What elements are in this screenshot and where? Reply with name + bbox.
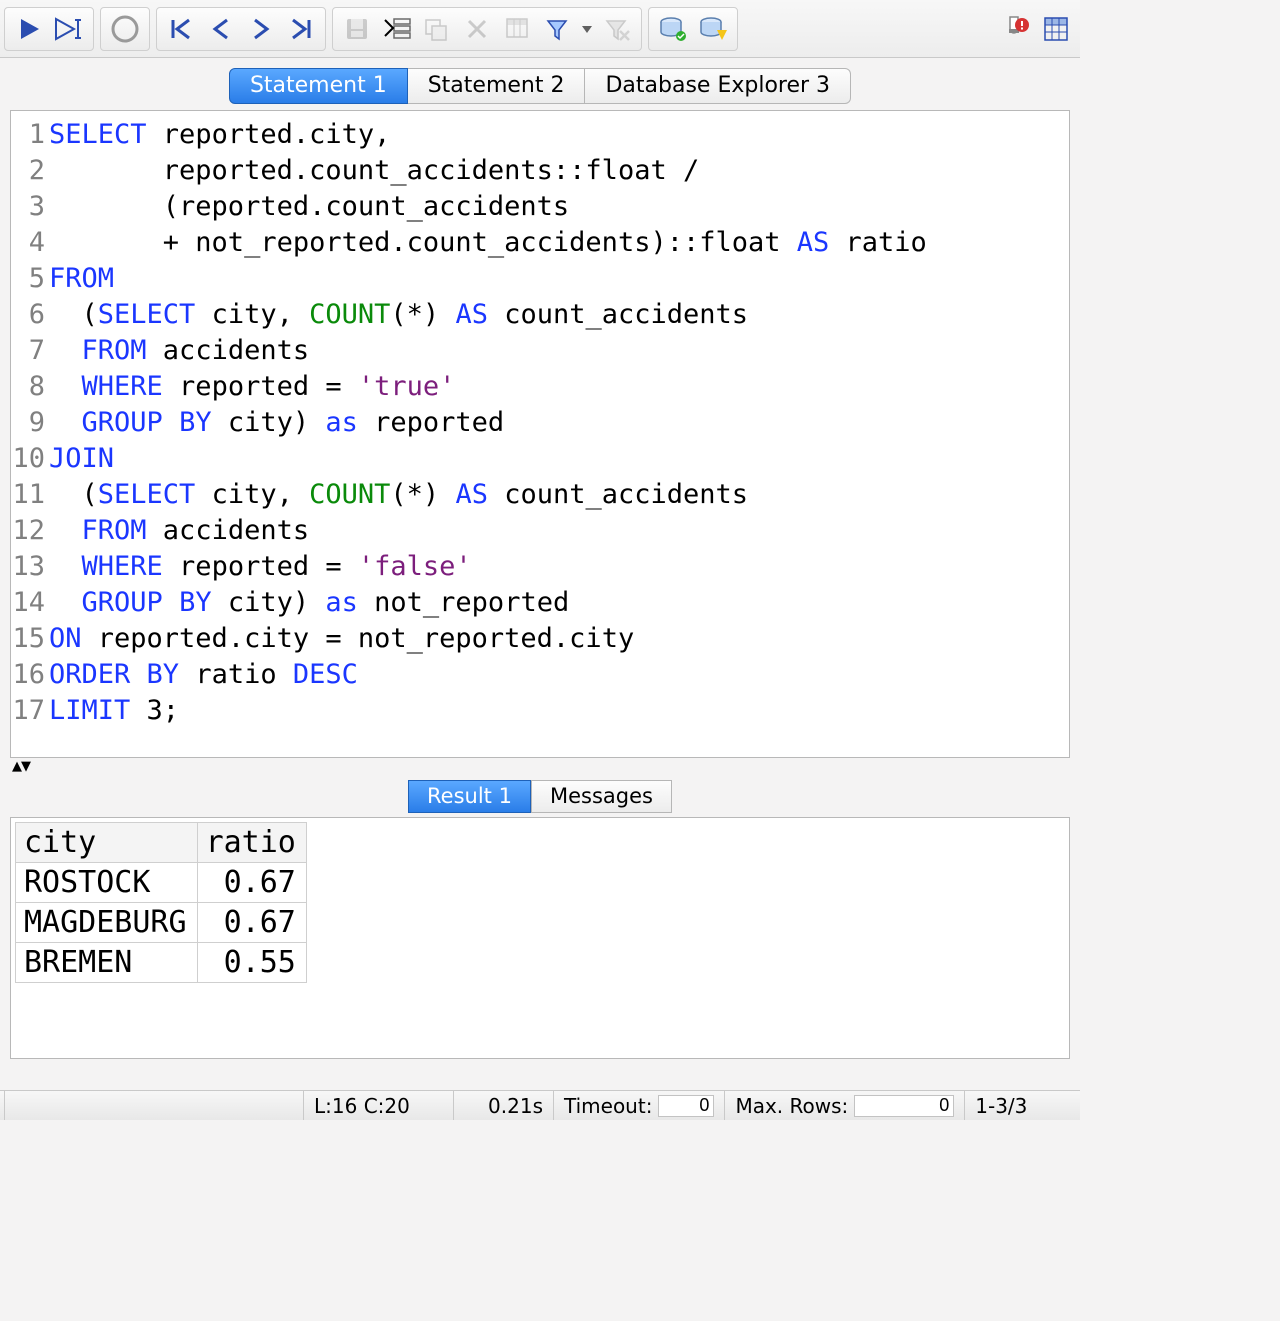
editor-tab[interactable]: Statement 2: [408, 68, 586, 104]
clear-filter-button[interactable]: [597, 9, 637, 49]
toolbar: [0, 0, 1080, 58]
table-row[interactable]: MAGDEBURG0.67: [16, 903, 307, 943]
red-indicator-icon[interactable]: [996, 9, 1036, 49]
stop-button[interactable]: [105, 9, 145, 49]
result-tab[interactable]: Result 1: [408, 780, 531, 813]
table-row[interactable]: ROSTOCK0.67: [16, 863, 307, 903]
rollback-button[interactable]: [693, 9, 733, 49]
editor-tabbar: Statement 1Statement 2Database Explorer …: [10, 68, 1070, 104]
result-tab[interactable]: Messages: [531, 780, 672, 813]
run-button[interactable]: [9, 9, 49, 49]
last-record-button[interactable]: [281, 9, 321, 49]
filter-dropdown-button[interactable]: [577, 9, 597, 49]
save-button[interactable]: [337, 9, 377, 49]
editor-tab[interactable]: Statement 1: [229, 68, 408, 104]
result-tabbar: Result 1Messages: [10, 780, 1070, 813]
select-columns-button[interactable]: [497, 9, 537, 49]
line-gutter: 1234567891011121314151617: [11, 117, 49, 729]
table-row[interactable]: BREMEN0.55: [16, 943, 307, 983]
cursor-position: L:16 C:20: [304, 1091, 454, 1120]
run-cursor-button[interactable]: [49, 9, 89, 49]
maxrows-input[interactable]: [854, 1095, 954, 1117]
prev-record-button[interactable]: [201, 9, 241, 49]
insert-row-button[interactable]: [377, 9, 417, 49]
next-record-button[interactable]: [241, 9, 281, 49]
editor-tab[interactable]: Database Explorer 3: [585, 68, 851, 104]
timeout-label: Timeout:: [564, 1094, 652, 1118]
delete-row-button[interactable]: [457, 9, 497, 49]
splitter-handle[interactable]: ▲▼: [10, 758, 1070, 774]
result-panel: city ratio ROSTOCK0.67MAGDEBURG0.67BREME…: [10, 817, 1070, 1059]
grid-icon[interactable]: [1036, 9, 1076, 49]
status-bar: L:16 C:20 0.21s Timeout: Max. Rows: 1-3/…: [0, 1090, 1080, 1120]
exec-time: 0.21s: [454, 1091, 554, 1120]
column-header-ratio[interactable]: ratio: [197, 823, 306, 863]
timeout-input[interactable]: [658, 1095, 714, 1117]
commit-button[interactable]: [653, 9, 693, 49]
result-table[interactable]: city ratio ROSTOCK0.67MAGDEBURG0.67BREME…: [15, 822, 307, 983]
copy-row-button[interactable]: [417, 9, 457, 49]
column-header-city[interactable]: city: [16, 823, 198, 863]
first-record-button[interactable]: [161, 9, 201, 49]
maxrows-label: Max. Rows:: [735, 1094, 848, 1118]
sql-code[interactable]: SELECT reported.city, reported.count_acc…: [49, 117, 1069, 729]
row-range: 1-3/3: [965, 1091, 1037, 1120]
sql-editor[interactable]: 1234567891011121314151617 SELECT reporte…: [10, 110, 1070, 758]
filter-button[interactable]: [537, 9, 577, 49]
